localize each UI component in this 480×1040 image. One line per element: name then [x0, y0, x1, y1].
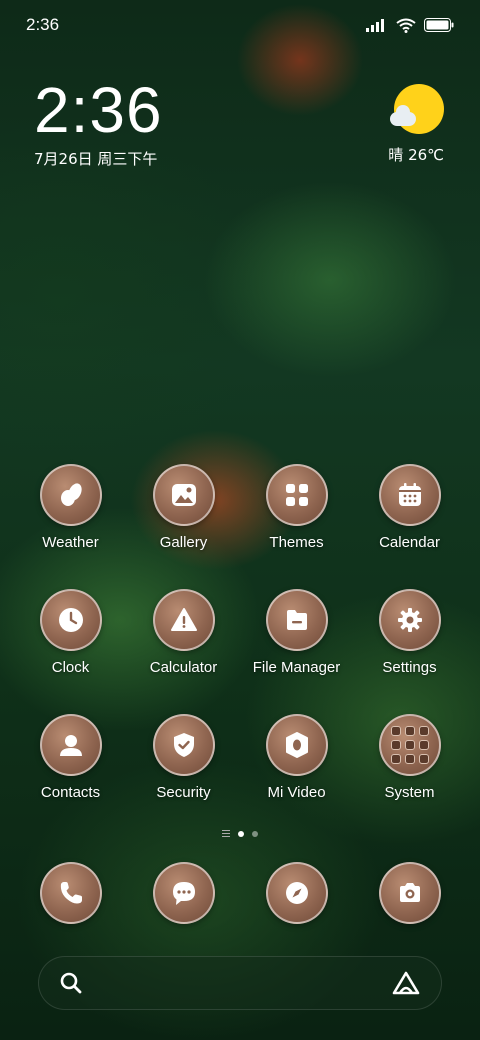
app-label: Weather [42, 534, 99, 551]
app-contacts[interactable]: Contacts [14, 714, 127, 839]
weather-icon[interactable] [39, 464, 102, 526]
app-settings[interactable]: Settings [353, 589, 466, 714]
dock-slot [14, 862, 127, 924]
app-clock[interactable]: Clock [14, 589, 127, 714]
app-label: Gallery [159, 534, 208, 551]
weather-text: 晴 26℃ [388, 146, 444, 164]
security-icon[interactable] [152, 714, 215, 776]
signal-icon [366, 19, 384, 32]
dock-slot [127, 862, 240, 924]
messages-icon[interactable] [152, 862, 215, 924]
menu-lines-icon [222, 830, 230, 837]
settings-icon[interactable] [378, 589, 441, 651]
folder-preview-grid [390, 726, 429, 764]
cloud-icon [390, 105, 416, 126]
app-row: Clock Calculator File Manager Settings [14, 589, 466, 714]
calculator-icon[interactable] [152, 589, 215, 651]
app-security[interactable]: Security [127, 714, 240, 839]
search-icon[interactable] [59, 971, 83, 995]
app-file-manager[interactable]: File Manager [240, 589, 353, 714]
app-gallery[interactable]: Gallery [127, 464, 240, 589]
app-label: Clock [51, 659, 90, 676]
status-time: 2:36 [26, 15, 60, 34]
app-grid: Weather Gallery Themes Calendar Clock Ca… [14, 464, 466, 839]
app-row: Contacts Security Mi Video System [14, 714, 466, 839]
dock-slot [353, 862, 466, 924]
app-mi-video[interactable]: Mi Video [240, 714, 353, 839]
app-label: System [384, 784, 435, 801]
gallery-icon[interactable] [152, 464, 215, 526]
app-row: Weather Gallery Themes Calendar [14, 464, 466, 589]
status-icons [366, 18, 454, 33]
phone-icon[interactable] [39, 862, 102, 924]
camera-icon[interactable] [378, 862, 441, 924]
app-calendar[interactable]: Calendar [353, 464, 466, 589]
search-bar[interactable] [38, 956, 442, 1010]
page-dot[interactable] [252, 830, 258, 837]
app-label: Themes [269, 534, 324, 551]
battery-icon [424, 18, 454, 32]
app-label: Calculator [149, 659, 218, 676]
dock [14, 862, 466, 924]
app-label: Security [156, 784, 211, 801]
status-bar: 2:36 [0, 0, 480, 50]
assistant-icon[interactable] [391, 970, 421, 996]
contacts-icon[interactable] [39, 714, 102, 776]
app-label: Settings [382, 659, 437, 676]
themes-icon[interactable] [265, 464, 328, 526]
app-themes[interactable]: Themes [240, 464, 353, 589]
app-label: Mi Video [267, 784, 326, 801]
file-manager-icon[interactable] [265, 589, 328, 651]
wifi-icon [396, 18, 416, 33]
clock-time: 2:36 [34, 74, 163, 146]
app-label: File Manager [252, 659, 341, 676]
browser-icon[interactable] [265, 862, 328, 924]
app-system-folder[interactable]: System [353, 714, 466, 839]
mi-video-icon[interactable] [265, 714, 328, 776]
clock-widget[interactable]: 2:36 7月26日 周三下午 [34, 78, 163, 169]
page-dot-active[interactable] [238, 830, 244, 837]
app-label: Calendar [379, 534, 440, 551]
clock-icon[interactable] [39, 589, 102, 651]
app-weather[interactable]: Weather [14, 464, 127, 589]
page-indicator[interactable] [0, 830, 480, 837]
calendar-icon[interactable] [378, 464, 441, 526]
clock-date: 7月26日 周三下午 [34, 150, 158, 168]
app-label: Contacts [40, 784, 101, 801]
app-calculator[interactable]: Calculator [127, 589, 240, 714]
dock-slot [240, 862, 353, 924]
system-folder-icon[interactable] [378, 714, 441, 776]
